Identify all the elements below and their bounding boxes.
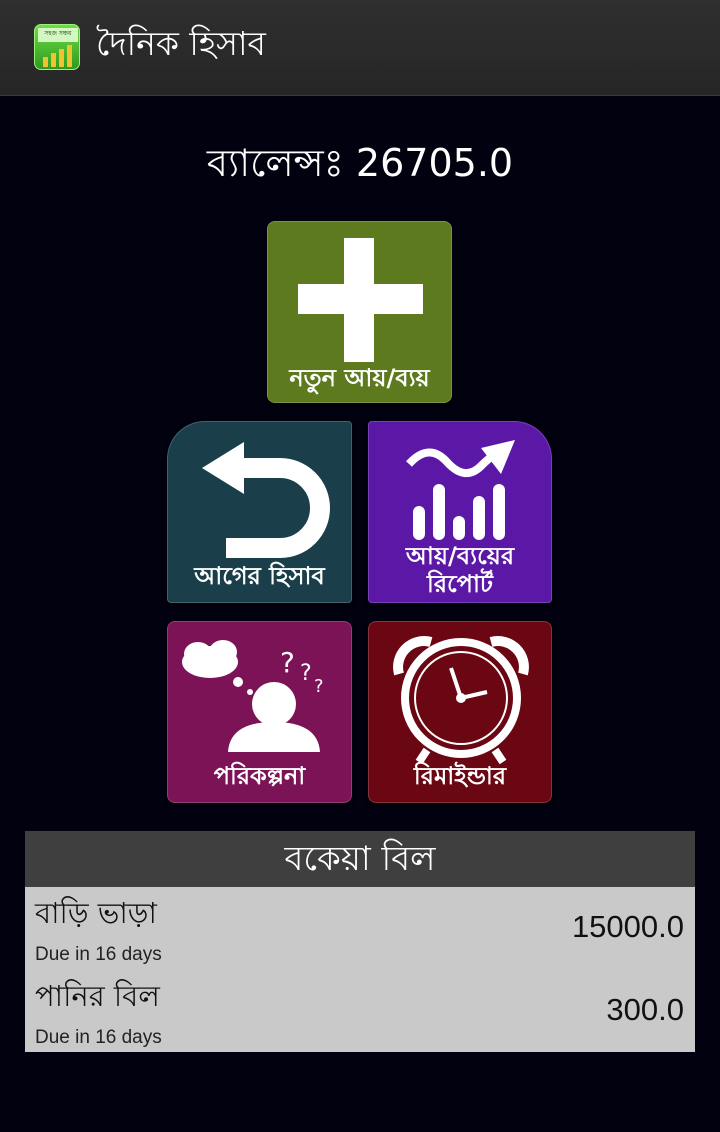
app-title: দৈনিক হিসাব xyxy=(96,24,266,63)
bill-amount: 15000.0 xyxy=(571,909,684,944)
new-entry-label: নতুন আয়/ব্যয় xyxy=(289,364,430,392)
bill-row-house-rent[interactable]: বাড়ি ভাড়া Due in 16 days 15000.0 xyxy=(25,887,695,969)
due-bills-header: বকেয়া বিল xyxy=(25,831,695,887)
report-button[interactable]: আয়/ব্যয়ের রিপোর্ট xyxy=(368,421,552,603)
bill-name: বাড়ি ভাড়া xyxy=(35,896,157,930)
svg-text:?: ? xyxy=(314,676,324,697)
bill-row-water[interactable]: পানির বিল Due in 16 days 300.0 xyxy=(25,970,695,1052)
reminder-label: রিমাইন্ডার xyxy=(413,762,507,790)
balance-text: ব্যালেন্সঃ 26705.0 xyxy=(206,141,514,185)
due-bills-list: বাড়ি ভাড়া Due in 16 days 15000.0 পানির… xyxy=(25,887,695,1052)
planning-button[interactable]: ? ? ? পরিকল্পনা xyxy=(167,621,352,803)
report-label-line1: আয়/ব্যয়ের xyxy=(405,542,515,570)
bill-due: Due in 16 days xyxy=(35,944,162,965)
app-logo-icon[interactable]: সহজ সঞ্চয় xyxy=(34,24,80,70)
bill-amount: 300.0 xyxy=(606,992,684,1027)
bill-due: Due in 16 days xyxy=(35,1027,162,1048)
previous-accounts-button[interactable]: আগের হিসাব xyxy=(167,421,352,603)
svg-text:?: ? xyxy=(280,646,295,679)
bill-name: পানির বিল xyxy=(35,979,160,1013)
planning-label: পরিকল্পনা xyxy=(213,762,306,790)
svg-text:?: ? xyxy=(300,661,312,686)
app-logo-text: সহজ সঞ্চয় xyxy=(43,30,72,37)
new-entry-button[interactable]: নতুন আয়/ব্যয় xyxy=(267,221,452,403)
previous-accounts-label: আগের হিসাব xyxy=(194,562,325,590)
reminder-button[interactable]: রিমাইন্ডার xyxy=(368,621,552,803)
report-label-line2: রিপোর্ট xyxy=(426,570,494,598)
action-bar: সহজ সঞ্চয় দৈনিক হিসাব xyxy=(0,0,720,96)
